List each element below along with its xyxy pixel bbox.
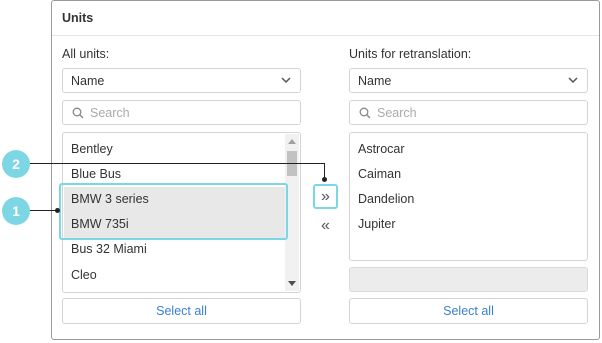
scroll-down-icon[interactable] <box>288 281 296 286</box>
callout-2-anchor <box>322 177 327 182</box>
panel-title: Units <box>62 11 94 25</box>
selection-highlight <box>59 183 288 240</box>
list-item[interactable]: Jupiter <box>358 214 396 234</box>
retranslation-search-input[interactable] <box>377 103 557 122</box>
list-item[interactable]: Bus 32 Miami <box>71 239 147 259</box>
move-left-button[interactable]: « <box>313 215 338 240</box>
retranslation-search[interactable] <box>349 100 588 125</box>
callout-1-leader <box>30 210 58 211</box>
list-item[interactable]: Astrocar <box>358 139 405 159</box>
all-units-sort-value: Name <box>71 74 105 88</box>
retranslation-sort-select[interactable]: Name <box>349 68 588 93</box>
all-units-label: All units: <box>62 47 110 61</box>
search-icon <box>359 107 371 119</box>
chevron-down-icon <box>568 77 578 84</box>
list-item[interactable]: Caiman <box>358 164 401 184</box>
callout-2-leader <box>30 163 325 164</box>
left-select-all-button[interactable]: Select all <box>62 298 301 324</box>
callout-1: 1 <box>2 197 30 225</box>
units-panel: Units All units: Name Bentley Blue Bus B… <box>51 0 600 340</box>
callout-1-number: 1 <box>12 203 20 219</box>
retranslation-sort-value: Name <box>358 74 392 88</box>
search-icon <box>72 107 84 119</box>
retranslation-units-list[interactable]: Astrocar Caiman Dandelion Jupiter <box>349 132 588 261</box>
list-item[interactable]: Blue Bus <box>71 164 121 184</box>
header-divider <box>52 35 599 36</box>
chevron-down-icon <box>281 77 291 84</box>
all-units-sort-select[interactable]: Name <box>62 68 301 93</box>
all-units-search-input[interactable] <box>90 103 270 122</box>
retranslation-units-label: Units for retranslation: <box>349 47 472 61</box>
list-item[interactable]: Dandelion <box>358 189 414 209</box>
callout-2-number: 2 <box>12 156 20 172</box>
scroll-up-icon[interactable] <box>288 139 296 144</box>
all-units-search[interactable] <box>62 100 301 125</box>
right-select-all-button[interactable]: Select all <box>349 298 588 324</box>
list-item[interactable]: Bentley <box>71 139 113 159</box>
disabled-input <box>349 267 588 292</box>
callout-2: 2 <box>2 150 30 178</box>
callout-1-anchor <box>55 208 60 213</box>
move-right-button[interactable]: » <box>313 184 338 209</box>
list-item[interactable]: Cleo <box>71 265 97 285</box>
